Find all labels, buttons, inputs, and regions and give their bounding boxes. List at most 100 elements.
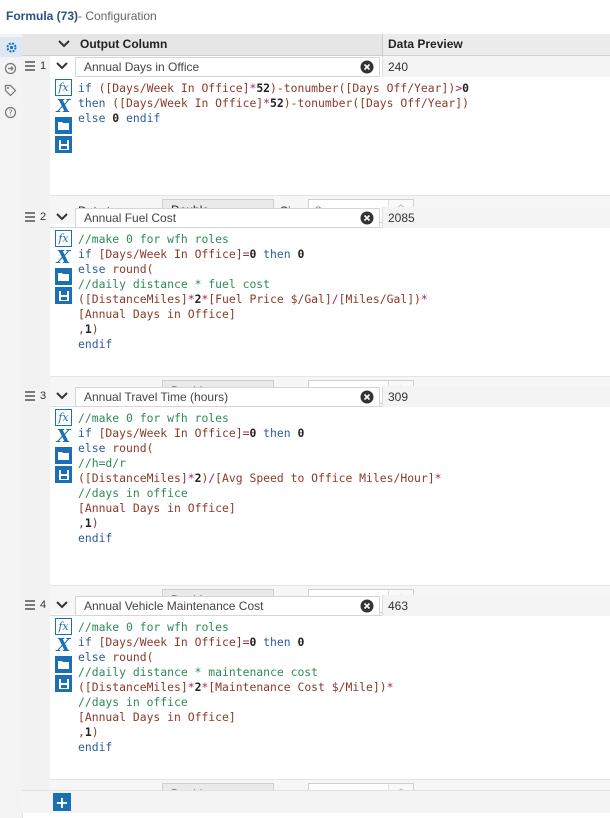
help-icon[interactable]: ?	[4, 106, 17, 119]
code-token: )	[91, 725, 99, 739]
data-preview-value: 2085	[388, 211, 415, 225]
drag-handle-icon[interactable]	[25, 61, 35, 73]
collapse-chevron-icon[interactable]	[55, 211, 69, 226]
code-line: ([DistanceMiles]*2*[Fuel Price $/Gal]/[M…	[78, 292, 428, 307]
connection-icon[interactable]	[4, 62, 17, 75]
output-column-name-field[interactable]: Annual Travel Time (hours)	[75, 387, 380, 407]
code-token: round(	[112, 441, 154, 455]
clear-icon[interactable]	[360, 211, 374, 228]
drag-handle-icon[interactable]	[25, 600, 35, 612]
open-folder-icon[interactable]	[55, 268, 72, 285]
code-line: [Annual Days in Office]	[78, 710, 393, 725]
collapse-chevron-icon[interactable]	[55, 60, 69, 75]
code-token: ,	[78, 322, 85, 336]
open-folder-icon[interactable]	[55, 117, 72, 134]
tag-icon[interactable]	[4, 84, 17, 97]
collapse-chevron-icon[interactable]	[55, 599, 69, 614]
code-line: endif	[78, 740, 393, 755]
code-token: [Days/Week In Office]	[98, 635, 243, 649]
code-token: *	[420, 292, 428, 306]
code-token: //days in office	[78, 486, 188, 500]
code-token: if	[78, 635, 99, 649]
code-line: ([DistanceMiles]*2*[Maintenance Cost $/M…	[78, 680, 393, 695]
add-formula-button[interactable]: +	[53, 793, 71, 812]
code-line: [Annual Days in Office]	[78, 501, 441, 516]
row-handle[interactable]: 4	[22, 595, 50, 616]
save-icon[interactable]	[55, 136, 72, 153]
variable-icon[interactable]: X	[55, 426, 72, 447]
code-token: if	[78, 426, 99, 440]
clear-icon[interactable]	[360, 390, 374, 407]
drag-handle-icon[interactable]	[25, 212, 35, 224]
row-handle[interactable]: 1	[22, 56, 50, 77]
code-token: [Avg Speed to Office Miles/Hour]	[215, 471, 435, 485]
code-line: then ([Days/Week In Office]*52)-tonumber…	[78, 96, 469, 111]
code-token: *	[263, 96, 271, 110]
code-token: if	[78, 81, 99, 95]
output-column-name-field[interactable]: Annual Fuel Cost	[75, 208, 380, 228]
code-token: *	[386, 680, 394, 694]
variable-icon[interactable]: X	[55, 635, 72, 656]
open-folder-icon[interactable]	[55, 447, 72, 464]
clear-icon[interactable]	[360, 60, 374, 77]
collapse-all-chevron-icon[interactable]	[57, 38, 71, 53]
code-line: else round(	[78, 262, 428, 277]
clear-icon[interactable]	[360, 599, 374, 616]
row-handle[interactable]: 2	[22, 207, 50, 228]
code-line: ([DistanceMiles]*2)/[Avg Speed to Office…	[78, 471, 441, 486]
code-token: endif	[78, 740, 113, 754]
gear-icon[interactable]	[0, 37, 22, 57]
code-token: )	[91, 322, 99, 336]
save-icon[interactable]	[55, 466, 72, 483]
code-token: [Days/Week In Office]	[98, 247, 243, 261]
code-token: *	[434, 471, 442, 485]
row-gutter	[22, 77, 50, 227]
code-token: ([Days/Week In Office]	[98, 81, 250, 95]
code-token: //h=d/r	[78, 456, 127, 470]
variable-icon[interactable]: X	[55, 247, 72, 268]
fx-icon[interactable]: fx	[55, 230, 72, 247]
code-token: ([DistanceMiles]	[78, 471, 188, 485]
data-preview-cell: 240	[382, 56, 610, 77]
save-icon[interactable]	[55, 675, 72, 692]
formula-body: fx X //make 0 for wfh roles if [Days/Week…	[22, 228, 610, 407]
grid-header: Output Column Data Preview	[22, 34, 610, 56]
code-token: then	[256, 635, 298, 649]
drag-handle-icon[interactable]	[25, 391, 35, 403]
formula-expression[interactable]: //make 0 for wfh roles if [Days/Week In O…	[78, 411, 441, 546]
open-folder-icon[interactable]	[55, 656, 72, 673]
code-token: *	[187, 471, 195, 485]
formula-row: 2 Annual Fuel Cost 2085 fx X //make 0 fo…	[22, 207, 610, 407]
collapse-chevron-icon[interactable]	[55, 390, 69, 405]
output-column-name-field[interactable]: Annual Days in Office	[75, 57, 380, 77]
row-index: 1	[40, 60, 47, 72]
left-tab-strip: ?	[0, 34, 23, 818]
formula-expression[interactable]: //make 0 for wfh roles if [Days/Week In O…	[78, 620, 393, 755]
formula-expression[interactable]: //make 0 for wfh roles if [Days/Week In O…	[78, 232, 428, 352]
data-preview-cell: 2085	[382, 207, 610, 228]
fx-icon[interactable]: fx	[55, 618, 72, 635]
output-column-name-field[interactable]: Annual Vehicle Maintenance Cost	[75, 596, 380, 616]
data-preview-header: Data Preview	[382, 34, 610, 55]
code-line: //make 0 for wfh roles	[78, 232, 428, 247]
code-token: ([Days/Week In Office]	[112, 96, 264, 110]
data-preview-value: 309	[388, 390, 409, 404]
code-token: else	[78, 650, 113, 664]
code-line: [Annual Days in Office]	[78, 307, 428, 322]
fx-icon[interactable]: fx	[55, 79, 72, 96]
code-line: else 0 endif	[78, 111, 469, 126]
data-preview-value: 240	[388, 60, 409, 74]
code-token: 1	[84, 725, 92, 739]
code-token: [Days/Week In Office]	[98, 426, 243, 440]
code-line: if [Days/Week In Office]=0 then 0	[78, 426, 441, 441]
output-column-header: Output Column	[80, 37, 168, 51]
variable-icon[interactable]: X	[55, 96, 72, 117]
window-subtitle: - Configuration	[78, 9, 157, 23]
formula-expression[interactable]: if ([Days/Week In Office]*52)-tonumber([…	[78, 81, 469, 126]
row-handle[interactable]: 3	[22, 386, 50, 407]
code-token: tonumber	[283, 81, 339, 95]
fx-icon[interactable]: fx	[55, 409, 72, 426]
code-token: [Fuel Price $/Gal]	[208, 292, 332, 306]
code-token: ([DistanceMiles]	[78, 680, 188, 694]
save-icon[interactable]	[55, 287, 72, 304]
